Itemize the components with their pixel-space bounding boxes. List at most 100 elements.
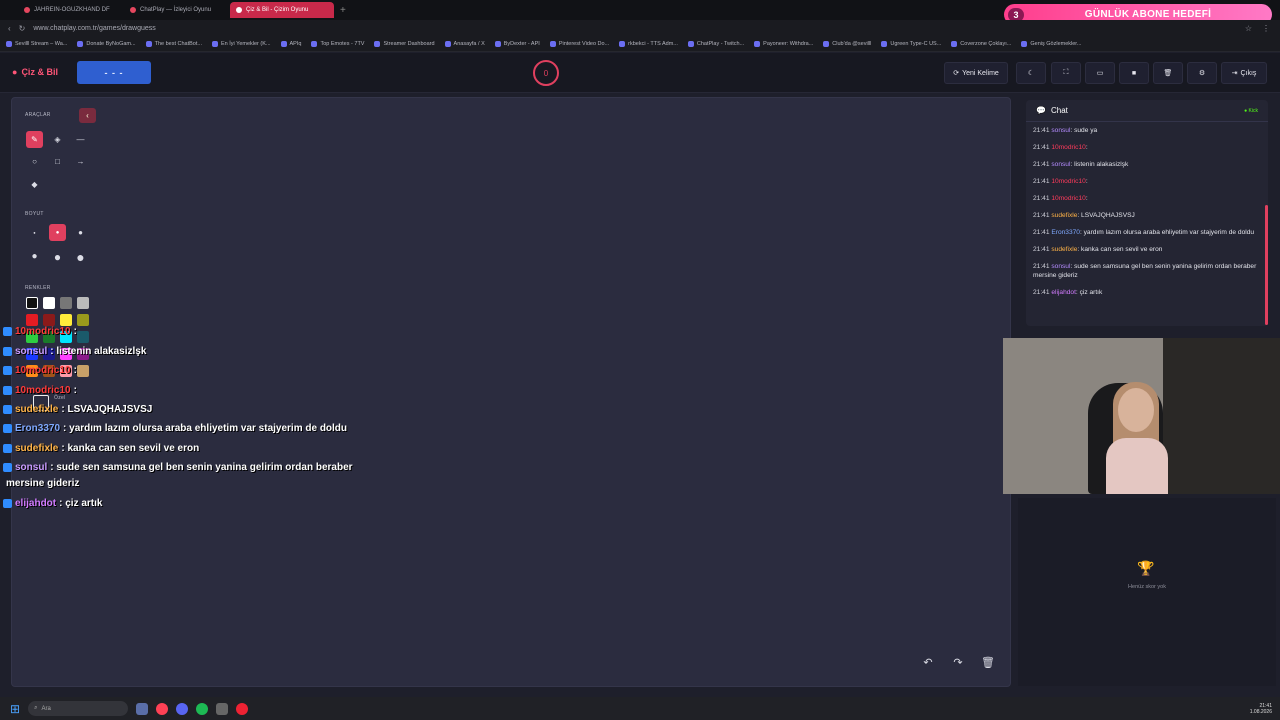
overlay-message: mersine gideriz <box>6 478 80 489</box>
bookmark[interactable]: En İyi Yemekler (K... <box>211 41 271 47</box>
chat-username[interactable]: 10modric10 <box>1051 144 1085 151</box>
chrome-icon[interactable] <box>236 702 249 715</box>
overlay-chat-line: 10modric10: <box>3 385 77 396</box>
redo-icon[interactable]: ↷ <box>948 652 968 672</box>
chat-username[interactable]: sonsul <box>1051 263 1070 270</box>
bookmark[interactable]: The best ChatBot... <box>145 41 202 47</box>
obs-icon[interactable] <box>216 702 229 715</box>
size-xl-option[interactable]: ● <box>49 248 66 265</box>
bookmark[interactable]: ByDexter - API <box>494 41 540 47</box>
chat-username[interactable]: sonsul <box>1051 161 1070 168</box>
collapse-tools-button[interactable]: ‹ <box>79 108 96 123</box>
chat-message-list: 21:41 sonsul: sude ya 21:41 10modric10: 21… <box>1026 122 1268 297</box>
extensions-icon[interactable]: ⋮ <box>1262 24 1270 33</box>
overlay-username: 10modric10 <box>15 385 71 396</box>
back-icon[interactable]: ‹ <box>8 24 11 33</box>
chat-username[interactable]: sudefixle <box>1051 212 1077 219</box>
bookmark[interactable]: Coverzone Çoklayı... <box>951 41 1011 47</box>
line-tool-icon[interactable]: — <box>72 131 89 148</box>
browser-tab-3-active[interactable]: Çiz & Bil - Çizim Oyunu <box>230 2 334 18</box>
canvas-controls: ↶ ↷ 🗑 <box>918 652 998 672</box>
color-swatch[interactable] <box>77 331 89 343</box>
circle-tool-icon[interactable]: ○ <box>26 153 43 170</box>
color-swatch[interactable] <box>60 297 72 309</box>
bookmark[interactable]: ChatPlay - Twitch... <box>687 41 744 47</box>
chat-message: 21:41 sudefixle: kanka can sen sevil ve … <box>1033 245 1260 254</box>
color-swatch[interactable] <box>26 314 38 326</box>
chat-username[interactable]: Eron3370 <box>1051 229 1080 236</box>
undo-icon[interactable]: ↶ <box>918 652 938 672</box>
size-xs-option[interactable]: ● <box>26 224 43 241</box>
palette-icon: ● <box>12 67 18 77</box>
color-swatch[interactable] <box>60 314 72 326</box>
pen-tool-icon[interactable]: ✎ <box>26 131 43 148</box>
bookmark[interactable]: APIq <box>280 41 301 47</box>
no-score-text: Henüz skor yok <box>1128 584 1166 590</box>
gear-icon: ⚙ <box>1198 70 1206 77</box>
arrow-tool-icon[interactable]: → <box>72 153 89 170</box>
bookmark[interactable]: Club'da @sevilll <box>823 41 871 47</box>
chat-scrollbar[interactable] <box>1265 205 1268 325</box>
chat-username[interactable]: 10modric10 <box>1051 178 1085 185</box>
rectangle-tool-icon[interactable]: □ <box>49 153 66 170</box>
bookmark[interactable]: Donate ByNoGam... <box>77 41 136 47</box>
chat-username[interactable]: elijahdot <box>1051 289 1076 296</box>
color-swatch[interactable] <box>43 314 55 326</box>
size-l-option[interactable]: ● <box>26 248 43 265</box>
taskbar-search[interactable]: ⌕ Ara <box>28 701 129 716</box>
bookmark[interactable]: Payoneer: Withdra... <box>754 41 813 47</box>
new-word-button[interactable]: ⟳ Yeni Kelime <box>944 62 1008 84</box>
settings-button[interactable]: ⚙ <box>1187 62 1217 84</box>
user-badge-icon <box>3 347 12 356</box>
size-s-option[interactable]: ● <box>49 224 66 241</box>
color-swatch[interactable] <box>26 297 38 309</box>
bookmark[interactable]: Sevilll Stream – Wa... <box>6 41 67 47</box>
new-tab-icon[interactable]: + <box>340 5 346 16</box>
chat-text: : yardım lazım olursa araba ehliyetim va… <box>1079 229 1255 236</box>
bookmark[interactable]: Pinterest Video Do... <box>549 41 609 47</box>
chat-username[interactable]: sonsul <box>1051 127 1070 134</box>
windows-start-icon[interactable]: ⊞ <box>10 702 20 716</box>
url-text[interactable]: www.chatplay.com.tr/games/drawguess <box>33 25 155 32</box>
exit-button[interactable]: ⇥ Çıkış <box>1221 62 1267 84</box>
overlay-toggle-button[interactable]: ▭ <box>1085 62 1115 84</box>
drawing-canvas[interactable] <box>11 97 1011 687</box>
color-swatch[interactable] <box>77 297 89 309</box>
reload-icon[interactable]: ↻ <box>19 24 26 33</box>
trash-icon: 🗑 <box>1163 70 1173 77</box>
chat-bubble-icon: 💬 <box>1036 106 1046 115</box>
eraser-tool-icon[interactable]: ◈ <box>49 131 66 148</box>
spotify-icon[interactable] <box>196 702 209 715</box>
bookmark[interactable]: Top Emotes - 7TV <box>311 41 364 47</box>
fill-tool-icon[interactable]: ◆ <box>26 176 43 193</box>
size-m-option[interactable]: ● <box>72 224 89 241</box>
bookmark[interactable]: rkbekci - TTS Adm... <box>619 41 678 47</box>
chat-timestamp: 21:41 <box>1033 212 1050 219</box>
bookmark[interactable]: Geniş Gözlemekler... <box>1021 41 1081 47</box>
size-xxl-option[interactable]: ● <box>72 248 89 265</box>
taskbar-app-icon[interactable] <box>136 702 149 715</box>
browser-tab-1[interactable]: JAHREIN-OGUZKHAND DF <box>18 2 122 18</box>
color-swatch[interactable] <box>77 314 89 326</box>
overlay-message: : kanka can sen sevil ve eron <box>61 443 200 454</box>
bookmark[interactable]: Ugreen Type-C US... <box>881 41 941 47</box>
browser-tab-2[interactable]: ChatPlay — İzleyici Oyunu <box>124 2 228 18</box>
clear-canvas-icon[interactable]: 🗑 <box>978 652 998 672</box>
opera-icon[interactable] <box>156 702 169 715</box>
chat-username[interactable]: sudefixle <box>1051 246 1077 253</box>
theme-toggle-button[interactable]: ☾ <box>1016 62 1046 84</box>
clear-button[interactable]: 🗑 <box>1153 62 1183 84</box>
chat-username[interactable]: 10modric10 <box>1051 195 1085 202</box>
archive-button[interactable]: ■ <box>1119 62 1149 84</box>
star-icon[interactable]: ☆ <box>1245 24 1252 33</box>
color-swatch[interactable] <box>77 365 89 377</box>
app-logo[interactable]: ● Çiz & Bil <box>12 67 58 77</box>
tab-favicon-icon <box>130 7 136 13</box>
bookmark[interactable]: Anasayfa / X <box>444 41 485 47</box>
bookmark[interactable]: Streamer Dashboard <box>374 41 435 47</box>
discord-icon[interactable] <box>176 702 189 715</box>
fullscreen-button[interactable]: ⛶ <box>1051 62 1081 84</box>
color-swatch[interactable] <box>43 297 55 309</box>
system-clock[interactable]: 21:41 1.08.2026 <box>1250 703 1280 715</box>
overlay-username: elijahdot <box>15 498 57 509</box>
